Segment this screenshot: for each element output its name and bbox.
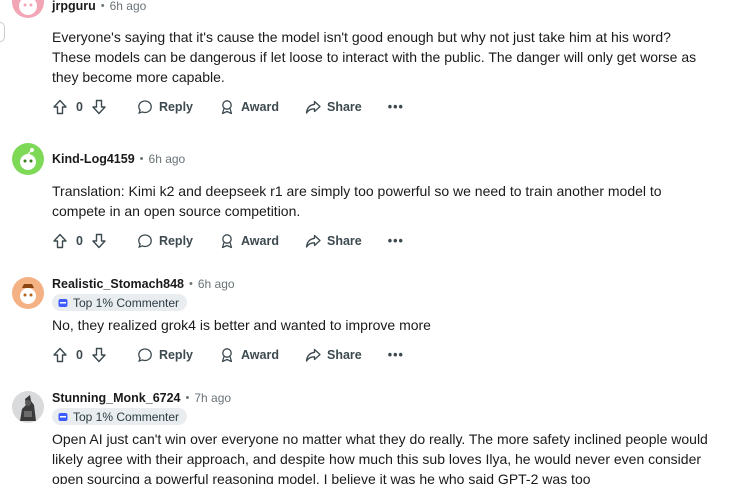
comment-author[interactable]: Stunning_Monk_6724: [52, 391, 181, 405]
reply-label: Reply: [158, 234, 193, 248]
badge-label: Top 1% Commenter: [73, 295, 180, 310]
award-label: Award: [241, 100, 279, 114]
share-label: Share: [326, 348, 362, 362]
more-options-icon[interactable]: •••: [388, 234, 404, 248]
award-button[interactable]: Award: [219, 347, 279, 363]
award-label: Award: [241, 348, 279, 362]
vote-count: 0: [76, 234, 83, 248]
comment-author[interactable]: jrpguru: [52, 0, 96, 13]
share-button[interactable]: Share: [305, 347, 362, 363]
reply-label: Reply: [158, 348, 193, 362]
comment-body: Open AI just can't win over everyone no …: [52, 431, 708, 484]
share-button[interactable]: Share: [305, 99, 362, 115]
award-button[interactable]: Award: [219, 233, 279, 249]
share-label: Share: [326, 234, 362, 248]
upvote-icon[interactable]: [52, 99, 68, 115]
share-icon: [305, 100, 321, 114]
comment-author[interactable]: Realistic_Stomach848: [52, 277, 184, 291]
more-options-icon[interactable]: •••: [388, 348, 404, 362]
comment-body: Translation: Kimi k2 and deepseek r1 are…: [52, 183, 662, 219]
award-icon: [221, 348, 233, 363]
comment-time[interactable]: 6h ago: [110, 0, 147, 13]
share-icon: [305, 348, 321, 362]
reply-icon: [138, 348, 152, 363]
reply-button[interactable]: Reply: [137, 233, 193, 249]
vote-group: 0: [52, 233, 107, 249]
badge-icon: [58, 412, 68, 421]
comment-meta: Realistic_Stomach848 • 6h ago: [52, 277, 235, 291]
comment-actions: 0 Reply Award Share •••: [52, 97, 404, 117]
avatar[interactable]: [12, 0, 44, 18]
comment-body: No, they realized grok4 is better and wa…: [52, 317, 431, 333]
badge-label: Top 1% Commenter: [73, 409, 180, 424]
upvote-icon[interactable]: [52, 347, 68, 363]
commenter-badge: Top 1% Commenter: [52, 294, 188, 311]
more-options-icon[interactable]: •••: [388, 100, 404, 114]
comment-actions: 0 Reply Award Share •••: [52, 231, 404, 251]
reply-button[interactable]: Reply: [137, 347, 193, 363]
award-button[interactable]: Award: [219, 99, 279, 115]
reply-button[interactable]: Reply: [137, 99, 193, 115]
avatar[interactable]: [12, 143, 44, 175]
downvote-icon[interactable]: [91, 99, 107, 115]
share-button[interactable]: Share: [305, 233, 362, 249]
reply-label: Reply: [158, 100, 193, 114]
vote-group: 0: [52, 347, 107, 363]
share-icon: [305, 234, 321, 248]
comment-body: Everyone's saying that it's cause the mo…: [52, 29, 697, 85]
vote-group: 0: [52, 99, 107, 115]
downvote-icon[interactable]: [91, 347, 107, 363]
avatar[interactable]: [12, 277, 44, 309]
collapse-thread-line[interactable]: [0, 22, 5, 42]
vote-count: 0: [76, 100, 83, 114]
reply-icon: [138, 234, 152, 249]
badge-icon: [58, 298, 68, 307]
comment-actions: 0 Reply Award Share •••: [52, 345, 404, 365]
award-icon: [221, 100, 233, 115]
comment-meta: Kind-Log4159 • 6h ago: [52, 152, 185, 166]
vote-count: 0: [76, 348, 83, 362]
commenter-badge: Top 1% Commenter: [52, 408, 188, 425]
reply-icon: [138, 100, 152, 115]
comment-time[interactable]: 6h ago: [198, 277, 235, 291]
award-label: Award: [241, 234, 279, 248]
avatar[interactable]: [12, 391, 44, 423]
separator-dot: •: [139, 153, 144, 165]
comment-author[interactable]: Kind-Log4159: [52, 152, 135, 166]
share-label: Share: [326, 100, 362, 114]
downvote-icon[interactable]: [91, 233, 107, 249]
separator-dot: •: [185, 392, 190, 404]
award-icon: [221, 234, 233, 249]
separator-dot: •: [189, 278, 193, 290]
comment-meta: jrpguru • 6h ago: [52, 0, 146, 13]
separator-dot: •: [100, 0, 105, 12]
comment-meta: Stunning_Monk_6724 • 7h ago: [52, 391, 231, 405]
comment-time[interactable]: 6h ago: [149, 152, 186, 166]
comment-time[interactable]: 7h ago: [194, 391, 231, 405]
upvote-icon[interactable]: [52, 233, 68, 249]
